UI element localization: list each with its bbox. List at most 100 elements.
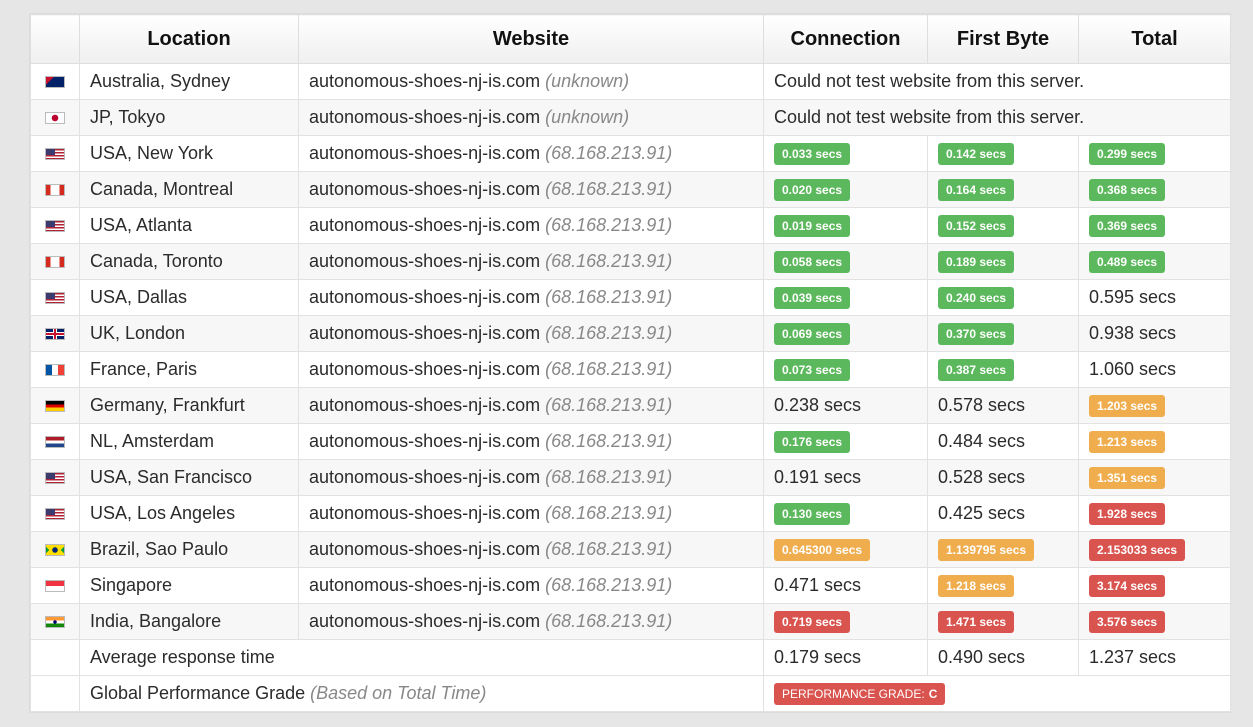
table-row: NL, Amsterdam autonomous-shoes-nj-is.com … <box>30 423 1231 460</box>
connection-cell: 0.020 secs <box>763 171 928 208</box>
website-ip: (unknown) <box>545 107 630 127</box>
table-row: UK, London autonomous-shoes-nj-is.com (68… <box>30 315 1231 352</box>
location-cell: USA, New York <box>79 135 299 172</box>
location-cell: JP, Tokyo <box>79 99 299 136</box>
total-cell: 0.938 secs <box>1078 315 1231 352</box>
location-cell: France, Paris <box>79 351 299 388</box>
first-byte-cell: 0.164 secs <box>927 171 1079 208</box>
website-ip: (68.168.213.91) <box>545 611 673 631</box>
first-byte-value: 0.425 secs <box>938 503 1026 523</box>
website-ip: (68.168.213.91) <box>545 179 673 199</box>
connection-cell: 0.238 secs <box>763 387 928 424</box>
first-byte-badge: 1.218 secs <box>938 574 1015 597</box>
website-domain: autonomous-shoes-nj-is.com <box>309 539 541 559</box>
total-cell: 0.595 secs <box>1078 279 1231 316</box>
connection-cell: 0.019 secs <box>763 207 928 244</box>
connection-badge: 0.069 secs <box>774 322 851 345</box>
website-cell: autonomous-shoes-nj-is.com (68.168.213.9… <box>298 567 764 604</box>
table-row: Singapore autonomous-shoes-nj-is.com (68.… <box>30 567 1231 604</box>
total-cell: 1.928 secs <box>1078 495 1231 532</box>
first-byte-value: 0.578 secs <box>938 395 1026 415</box>
error-message: Could not test website from this server. <box>763 63 1231 100</box>
connection-badge: 0.020 secs <box>774 178 851 201</box>
first-byte-cell: 1.471 secs <box>927 603 1079 640</box>
table-row: Germany, Frankfurt autonomous-shoes-nj-is… <box>30 387 1231 424</box>
total-badge: 0.368 secs <box>1089 178 1166 201</box>
total-cell: 0.368 secs <box>1078 171 1231 208</box>
website-domain: autonomous-shoes-nj-is.com <box>309 71 541 91</box>
website-domain: autonomous-shoes-nj-is.com <box>309 611 541 631</box>
website-domain: autonomous-shoes-nj-is.com <box>309 395 541 415</box>
first-byte-badge: 0.370 secs <box>938 322 1015 345</box>
location-cell: Canada, Montreal <box>79 171 299 208</box>
website-ip: (68.168.213.91) <box>545 251 673 271</box>
flag-cell <box>30 99 80 136</box>
table-row: USA, Los Angeles autonomous-shoes-nj-is.c… <box>30 495 1231 532</box>
website-domain: autonomous-shoes-nj-is.com <box>309 323 541 343</box>
first-byte-cell: 0.578 secs <box>927 387 1079 424</box>
grade-badge-label: PERFORMANCE GRADE: <box>782 687 925 701</box>
flag-cell <box>30 279 80 316</box>
website-cell: autonomous-shoes-nj-is.com (unknown) <box>298 99 764 136</box>
location-cell: NL, Amsterdam <box>79 423 299 460</box>
header-location[interactable]: Location <box>79 14 299 64</box>
connection-cell: 0.069 secs <box>763 315 928 352</box>
first-byte-cell: 0.152 secs <box>927 207 1079 244</box>
location-cell: USA, San Francisco <box>79 459 299 496</box>
jp-flag-icon <box>45 112 65 125</box>
first-byte-cell: 0.387 secs <box>927 351 1079 388</box>
website-domain: autonomous-shoes-nj-is.com <box>309 107 541 127</box>
header-flag <box>30 14 80 64</box>
table-row: Brazil, Sao Paulo autonomous-shoes-nj-is.… <box>30 531 1231 568</box>
grade-row: Global Performance Grade (Based on Total… <box>30 675 1231 712</box>
connection-badge: 0.033 secs <box>774 142 851 165</box>
table-row: France, Paris autonomous-shoes-nj-is.com … <box>30 351 1231 388</box>
grade-note: (Based on Total Time) <box>310 683 487 703</box>
website-domain: autonomous-shoes-nj-is.com <box>309 143 541 163</box>
first-byte-cell: 1.218 secs <box>927 567 1079 604</box>
website-ip: (68.168.213.91) <box>545 215 673 235</box>
table-row: Canada, Toronto autonomous-shoes-nj-is.co… <box>30 243 1231 280</box>
first-byte-badge: 0.240 secs <box>938 286 1015 309</box>
connection-value: 0.238 secs <box>774 395 862 415</box>
table-row: USA, New York autonomous-shoes-nj-is.com … <box>30 135 1231 172</box>
first-byte-cell: 0.142 secs <box>927 135 1079 172</box>
first-byte-badge: 1.139795 secs <box>938 538 1035 561</box>
us-flag-icon <box>45 508 65 521</box>
header-total[interactable]: Total <box>1078 14 1231 64</box>
in-flag-icon <box>45 616 65 629</box>
location-cell: USA, Los Angeles <box>79 495 299 532</box>
flag-cell <box>30 567 80 604</box>
connection-cell: 0.039 secs <box>763 279 928 316</box>
website-domain: autonomous-shoes-nj-is.com <box>309 503 541 523</box>
total-badge: 1.351 secs <box>1089 466 1166 489</box>
location-cell: USA, Dallas <box>79 279 299 316</box>
website-cell: autonomous-shoes-nj-is.com (68.168.213.9… <box>298 351 764 388</box>
website-ip: (68.168.213.91) <box>545 395 673 415</box>
total-badge: 0.489 secs <box>1089 250 1166 273</box>
gb-flag-icon <box>45 328 65 341</box>
connection-badge: 0.130 secs <box>774 502 851 525</box>
website-ip: (68.168.213.91) <box>545 287 673 307</box>
connection-badge: 0.176 secs <box>774 430 851 453</box>
flag-cell <box>30 531 80 568</box>
location-cell: UK, London <box>79 315 299 352</box>
header-connection[interactable]: Connection <box>763 14 928 64</box>
flag-cell <box>30 387 80 424</box>
total-value: 0.595 secs <box>1089 287 1177 307</box>
header-website[interactable]: Website <box>298 14 764 64</box>
first-byte-cell: 0.425 secs <box>927 495 1079 532</box>
connection-cell: 0.073 secs <box>763 351 928 388</box>
performance-grade-badge: PERFORMANCE GRADE: C <box>774 683 946 705</box>
total-badge: 2.153033 secs <box>1089 538 1186 561</box>
header-first-byte[interactable]: First Byte <box>927 14 1079 64</box>
total-badge: 3.174 secs <box>1089 574 1166 597</box>
location-cell: India, Bangalore <box>79 603 299 640</box>
first-byte-value: 0.528 secs <box>938 467 1026 487</box>
us-flag-icon <box>45 220 65 233</box>
total-badge: 1.928 secs <box>1089 502 1166 525</box>
website-domain: autonomous-shoes-nj-is.com <box>309 575 541 595</box>
ca-flag-icon <box>45 184 65 197</box>
website-ip: (68.168.213.91) <box>545 467 673 487</box>
website-domain: autonomous-shoes-nj-is.com <box>309 467 541 487</box>
